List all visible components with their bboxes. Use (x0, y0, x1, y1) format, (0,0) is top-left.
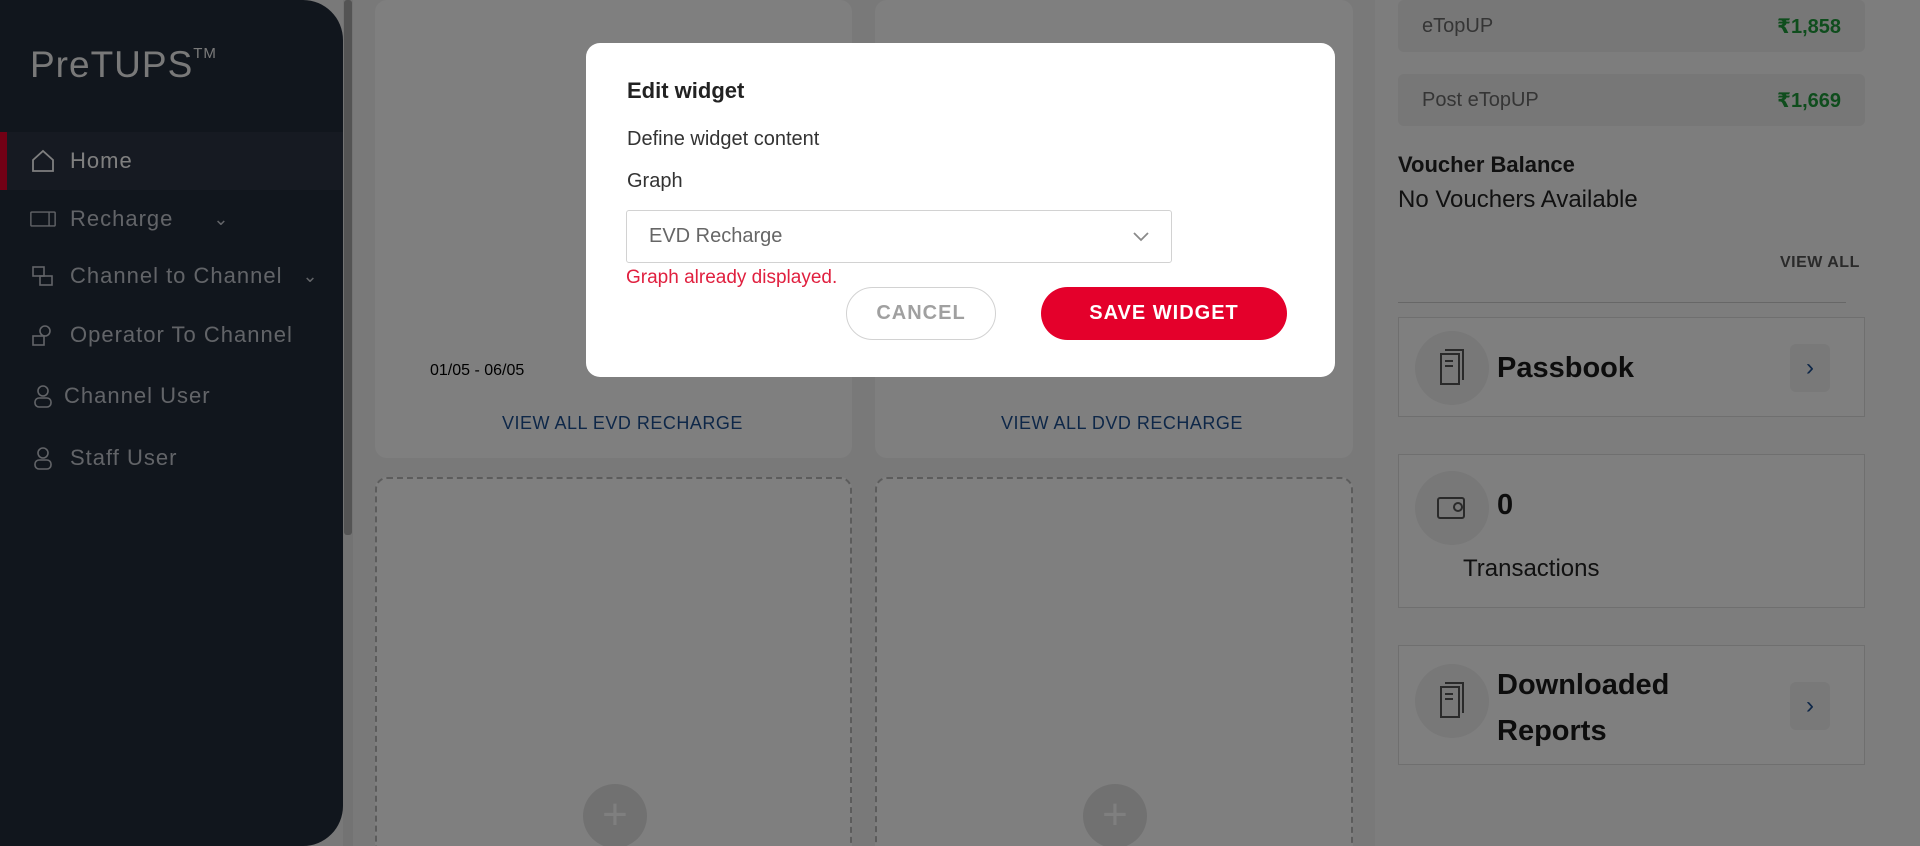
dialog-title: Edit widget (627, 78, 745, 103)
dialog-subtitle: Define widget content (627, 128, 820, 150)
edit-widget-dialog: Edit widget Define widget content Graph … (586, 43, 1335, 377)
error-message: Graph already displayed. (626, 267, 838, 288)
save-widget-button[interactable]: SAVE WIDGET (1041, 287, 1287, 340)
graph-field-label: Graph (627, 170, 683, 192)
cancel-button[interactable]: CANCEL (846, 287, 996, 340)
chevron-down-icon (1133, 225, 1149, 248)
graph-select-value: EVD Recharge (649, 225, 783, 247)
graph-select[interactable]: EVD Recharge (626, 210, 1172, 263)
